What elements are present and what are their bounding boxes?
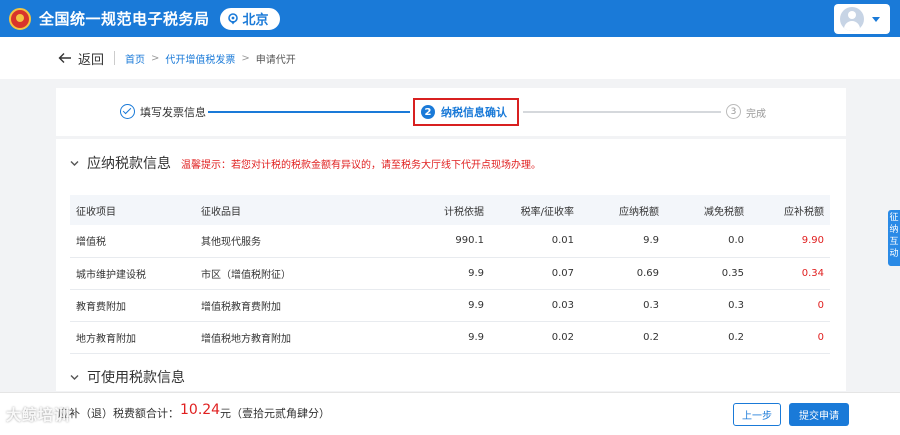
col-header: 征收品目 xyxy=(195,195,380,225)
table-cell: 9.9 xyxy=(380,257,490,290)
table-cell: 城市维护建设税 xyxy=(70,257,195,290)
check-circle-icon xyxy=(120,104,135,119)
table-cell: 9.9 xyxy=(380,321,490,354)
col-header: 应补税额 xyxy=(750,195,830,225)
table-cell: 9.9 xyxy=(580,225,665,258)
section-payable-header[interactable]: 应纳税款信息 温馨提示：若您对计税的税款金额有异议的，请至税务大厅线下代开点现场… xyxy=(70,153,541,173)
location-name: 北京 xyxy=(242,13,269,28)
back-arrow-icon[interactable] xyxy=(58,52,72,64)
table-row: 城市维护建设税 市区（增值税附征） 9.9 0.07 0.69 0.35 0.3… xyxy=(70,257,830,290)
table-cell: 0.2 xyxy=(580,321,665,354)
chevron-down-icon xyxy=(872,16,880,22)
table-cell: 增值税地方教育附加 xyxy=(195,321,380,354)
table-cell: 0.69 xyxy=(580,257,665,290)
tax-emblem-logo xyxy=(9,7,31,30)
step-3-number: 3 xyxy=(726,104,741,119)
step-connector-pending xyxy=(523,111,721,113)
table-cell: 0.3 xyxy=(665,289,750,322)
table-cell: 0 xyxy=(750,321,830,354)
table-row: 教育费附加 增值税教育费附加 9.9 0.03 0.3 0.3 0 xyxy=(70,289,830,322)
divider xyxy=(114,51,116,65)
tax-info-panel: 应纳税款信息 温馨提示：若您对计税的税款金额有异议的，请至税务大厅线下代开点现场… xyxy=(56,139,846,391)
tax-table: 征收项目 征收品目 计税依据 税率/征收率 应纳税额 减免税额 应补税额 增值税… xyxy=(70,195,830,354)
total-label: 应补（退）税费额合计： xyxy=(58,407,179,420)
table-cell: 其他现代服务 xyxy=(195,225,380,258)
table-cell: 0.2 xyxy=(665,321,750,354)
col-header: 应纳税额 xyxy=(580,195,665,225)
table-cell: 990.1 xyxy=(380,225,490,258)
user-avatar xyxy=(840,7,864,31)
col-header: 减免税额 xyxy=(665,195,750,225)
breadcrumb-current: 申请代开 xyxy=(255,54,296,66)
site-title: 全国统一规范电子税务局 xyxy=(39,10,210,28)
table-cell: 增值税 xyxy=(70,225,195,258)
user-menu[interactable] xyxy=(834,4,890,34)
table-cell: 0.35 xyxy=(665,257,750,290)
table-cell: 市区（增值税附征） xyxy=(195,257,380,290)
col-header: 税率/征收率 xyxy=(490,195,580,225)
previous-step-button[interactable]: 上一步 xyxy=(733,403,781,426)
chevron-down-icon xyxy=(70,374,79,380)
table-cell: 增值税教育费附加 xyxy=(195,289,380,322)
section-payable-title: 应纳税款信息 xyxy=(87,156,171,172)
table-header-row: 征收项目 征收品目 计税依据 税率/征收率 应纳税额 减免税额 应补税额 xyxy=(70,195,830,225)
breadcrumb-separator: > xyxy=(151,52,160,64)
interaction-float-tab[interactable]: 征纳互动 xyxy=(888,210,900,266)
table-cell: 0 xyxy=(750,289,830,322)
table-row: 地方教育附加 增值税地方教育附加 9.9 0.02 0.2 0.2 0 xyxy=(70,321,830,354)
step-1-label: 填写发票信息 xyxy=(140,106,206,119)
table-cell: 9.90 xyxy=(750,225,830,258)
table-cell: 0.3 xyxy=(580,289,665,322)
total-amount-words: 元（壹拾元贰角肆分） xyxy=(220,407,330,420)
chevron-down-icon xyxy=(70,160,79,166)
submit-application-button[interactable]: 提交申请 xyxy=(789,403,849,426)
breadcrumb-invoice[interactable]: 代开增值税发票 xyxy=(165,51,235,66)
back-link[interactable]: 返回 xyxy=(78,49,104,68)
breadcrumb-separator: > xyxy=(241,52,250,64)
step-2-active: 2 纳税信息确认 xyxy=(413,98,519,126)
location-pin-icon xyxy=(227,12,238,24)
table-cell: 0.07 xyxy=(490,257,580,290)
breadcrumb-bar: 返回 首页 > 代开增值税发票 > 申请代开 xyxy=(0,37,900,79)
table-cell: 0.03 xyxy=(490,289,580,322)
top-header: 全国统一规范电子税务局 北京 xyxy=(0,0,900,37)
progress-steps: 填写发票信息 2 纳税信息确认 3 完成 xyxy=(56,88,846,136)
step-3-label: 完成 xyxy=(746,109,766,120)
table-cell: 教育费附加 xyxy=(70,289,195,322)
section-available-title: 可使用税款信息 xyxy=(87,370,185,386)
table-cell: 0.01 xyxy=(490,225,580,258)
step-connector-done xyxy=(208,111,410,113)
table-cell: 0.0 xyxy=(665,225,750,258)
step-2-label: 纳税信息确认 xyxy=(441,106,507,119)
watermark-text: 大鲸培训 xyxy=(6,406,71,424)
breadcrumb-home[interactable]: 首页 xyxy=(125,51,145,66)
table-cell: 地方教育附加 xyxy=(70,321,195,354)
table-row: 增值税 其他现代服务 990.1 0.01 9.9 0.0 9.90 xyxy=(70,225,830,258)
notice-text: 温馨提示：若您对计税的税款金额有异议的，请至税务大厅线下代开点现场办理。 xyxy=(181,159,541,171)
footer-bar: 应补（退）税费额合计： 10.24 元（壹拾元贰角肆分） 上一步 提交申请 xyxy=(0,392,900,435)
table-cell: 0.02 xyxy=(490,321,580,354)
col-header: 征收项目 xyxy=(70,195,195,225)
table-cell: 9.9 xyxy=(380,289,490,322)
total-amount: 10.24 xyxy=(180,402,221,418)
location-selector[interactable]: 北京 xyxy=(219,7,280,30)
section-available-header[interactable]: 可使用税款信息 xyxy=(70,367,185,387)
table-cell: 0.34 xyxy=(750,257,830,290)
step-2-number: 2 xyxy=(421,105,435,119)
col-header: 计税依据 xyxy=(380,195,490,225)
